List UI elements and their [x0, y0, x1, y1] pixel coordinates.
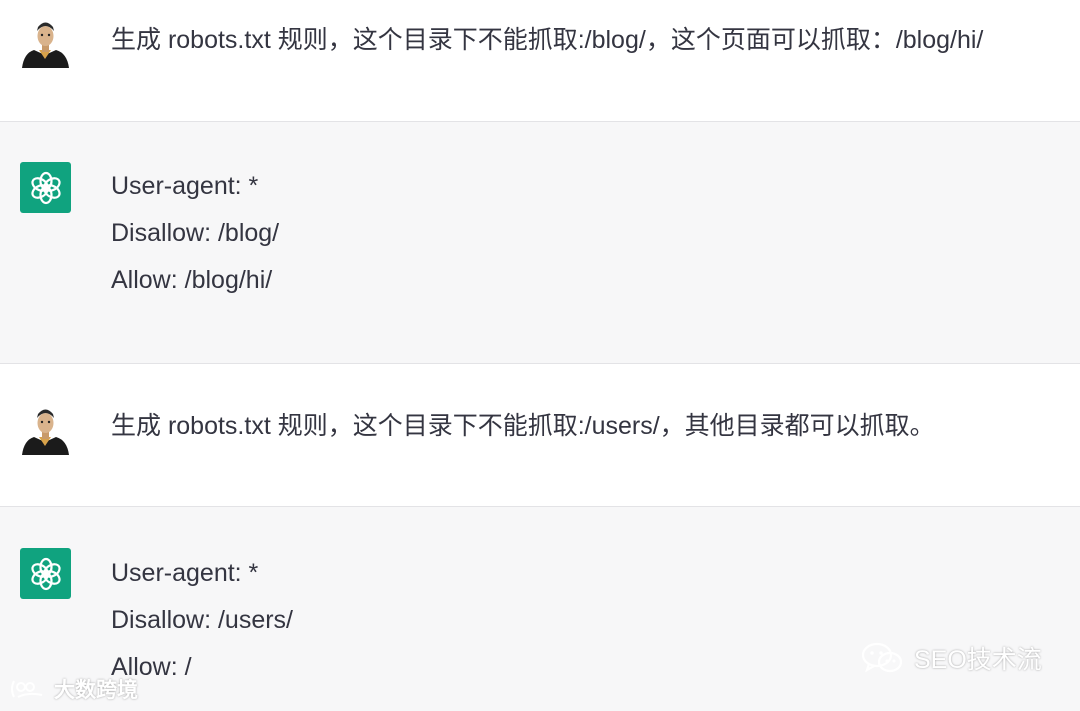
assistant-code-block: User-agent: * Disallow: /users/ Allow: /: [111, 550, 293, 691]
assistant-message-1: User-agent: * Disallow: /blog/ Allow: /b…: [0, 121, 1080, 364]
assistant-message-2: User-agent: * Disallow: /users/ Allow: /: [0, 506, 1080, 711]
wechat-icon: [861, 642, 903, 673]
code-line: User-agent: *: [111, 172, 259, 200]
user-message-2: 生成 robots.txt 规则，这个目录下不能抓取:/users/，其他目录都…: [0, 364, 1080, 506]
assistant-avatar: [20, 162, 71, 213]
watermark-right-text: SEO技术流: [914, 646, 1042, 674]
user-portrait-icon: [22, 22, 69, 68]
user-avatar: [20, 404, 71, 455]
code-line: User-agent: *: [111, 559, 259, 587]
code-line: Disallow: /users/: [111, 606, 293, 634]
openai-logo-icon: [30, 171, 61, 204]
watermark-left: 大数跨境: [8, 674, 138, 704]
watermark-right: SEO技术流: [860, 640, 1042, 676]
user-portrait-icon: [22, 409, 69, 455]
brand-logo-icon: [11, 680, 43, 698]
user-message-text: 生成 robots.txt 规则，这个目录下不能抓取:/users/，其他目录都…: [111, 412, 935, 440]
code-line: Allow: /: [111, 653, 192, 681]
openai-logo-icon: [30, 557, 61, 590]
watermark-left-text: 大数跨境: [54, 679, 138, 702]
user-avatar: [20, 17, 71, 68]
assistant-avatar: [20, 548, 71, 599]
code-line: Allow: /blog/hi/: [111, 266, 273, 294]
code-line: Disallow: /blog/: [111, 219, 280, 247]
user-message-1: 生成 robots.txt 规则，这个目录下不能抓取:/blog/，这个页面可以…: [0, 0, 1080, 121]
user-message-text: 生成 robots.txt 规则，这个目录下不能抓取:/blog/，这个页面可以…: [111, 26, 984, 54]
assistant-code-block: User-agent: * Disallow: /blog/ Allow: /b…: [111, 163, 279, 304]
